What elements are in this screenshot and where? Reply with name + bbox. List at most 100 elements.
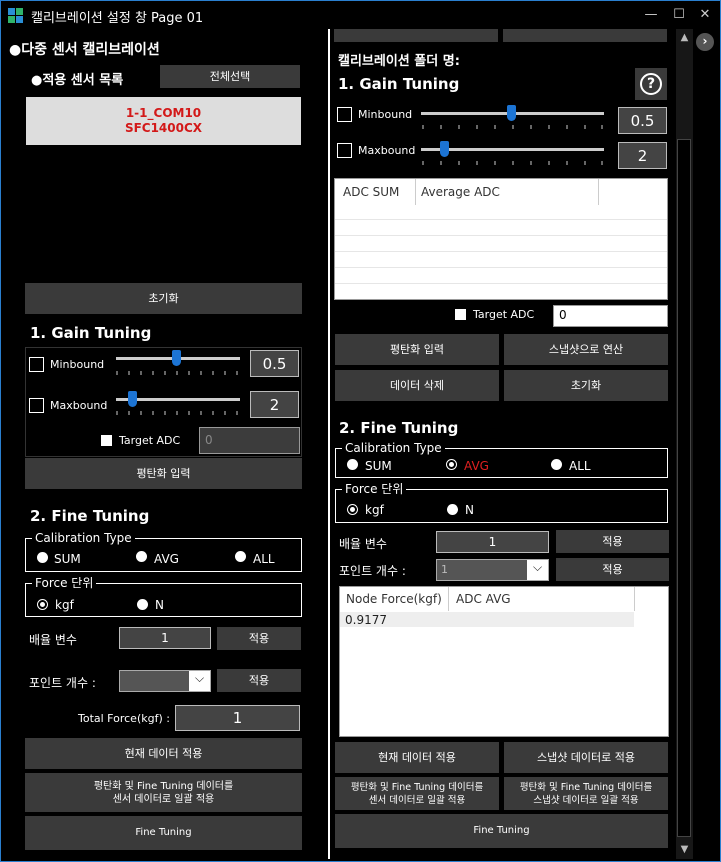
right-apply-current-data-button[interactable]: 현재 데이터 적용 <box>335 742 499 773</box>
minbound-slider-thumb[interactable] <box>172 350 181 366</box>
right-maxbound-slider-thumb[interactable] <box>440 141 449 157</box>
right-force-unit-kgf-label: kgf <box>365 503 384 517</box>
bulk-apply-sensor-button[interactable]: 평탄화 및 Fine Tuning 데이터를 센서 데이터로 일괄 적용 <box>25 773 302 812</box>
right-force-unit-kgf-radio[interactable] <box>347 504 358 515</box>
calibration-type-sum-radio[interactable] <box>37 552 48 563</box>
close-icon[interactable]: ✕ <box>691 3 719 27</box>
help-button[interactable]: ? <box>635 68 667 100</box>
right-minbound-slider-thumb[interactable] <box>507 105 516 121</box>
target-adc-checkbox[interactable] <box>101 435 112 446</box>
force-unit-kgf-label: kgf <box>55 598 74 612</box>
right-point-count-select[interactable]: 1 ⌵ <box>436 559 549 581</box>
calibration-type-title: Calibration Type <box>32 531 135 545</box>
scrollbar-thumb[interactable] <box>677 139 691 837</box>
title-bar[interactable]: 캘리브레이션 설정 창 Page 01 — ☐ ✕ <box>1 1 720 29</box>
total-force-input[interactable]: 1 <box>175 705 300 731</box>
force-unit-n-radio[interactable] <box>137 599 148 610</box>
right-bulk-apply-sensor-button[interactable]: 평탄화 및 Fine Tuning 데이터를 센서 데이터로 일괄 적용 <box>335 777 499 810</box>
total-force-label: Total Force(kgf) : <box>78 712 170 725</box>
right-multiplier-apply-button[interactable]: 적용 <box>556 530 669 553</box>
minbound-checkbox[interactable] <box>29 357 44 372</box>
point-count-select[interactable]: ⌵ <box>119 670 211 692</box>
maxbound-label: Maxbound <box>50 399 108 412</box>
right-reset-button[interactable]: 초기화 <box>504 370 668 401</box>
right-calibration-type-avg-radio[interactable] <box>446 459 457 470</box>
bulk-apply-snapshot-line2: 스냅샷 데이터로 일괄 적용 <box>533 794 639 806</box>
right-target-adc-input[interactable]: 0 <box>553 305 668 327</box>
calibration-type-avg-radio[interactable] <box>136 551 147 562</box>
multiplier-input[interactable]: 1 <box>119 627 211 649</box>
table-row-line <box>335 219 667 220</box>
apply-snapshot-data-button[interactable]: 스냅샷 데이터로 적용 <box>504 742 668 773</box>
fine-tuning-button[interactable]: Fine Tuning <box>25 816 302 850</box>
maxbound-slider-thumb[interactable] <box>128 391 137 407</box>
minimize-icon[interactable]: — <box>637 3 665 27</box>
right-minbound-value-box[interactable]: 0.5 <box>618 107 667 134</box>
node-force-header[interactable]: Node Force(kgf) <box>346 592 442 606</box>
minbound-slider-ticks <box>116 371 238 375</box>
right-multiplier-input[interactable]: 1 <box>436 531 549 553</box>
right-fine-tuning-button[interactable]: Fine Tuning <box>335 814 668 848</box>
right-bulk-apply-sensor-line1: 평탄화 및 Fine Tuning 데이터를 <box>350 781 484 793</box>
scroll-down-icon[interactable]: ▼ <box>676 841 693 858</box>
flatten-input-button[interactable]: 평탄화 입력 <box>25 458 302 489</box>
top-button-left-clipped[interactable] <box>334 29 498 42</box>
right-force-unit-group: Force 단위 <box>335 482 668 523</box>
apply-current-data-button[interactable]: 현재 데이터 적용 <box>25 738 302 769</box>
right-minbound-slider-ticks <box>422 125 603 129</box>
right-flatten-input-button[interactable]: 평탄화 입력 <box>335 334 499 365</box>
node-force-table[interactable]: Node Force(kgf) ADC AVG 0.9177 <box>339 586 669 737</box>
right-point-count-apply-button[interactable]: 적용 <box>556 558 669 581</box>
right-calibration-type-all-radio[interactable] <box>551 459 562 470</box>
right-maxbound-value-box[interactable]: 2 <box>618 142 667 169</box>
bulk-apply-sensor-line1: 평탄화 및 Fine Tuning 데이터를 <box>93 780 234 792</box>
maxbound-checkbox[interactable] <box>29 398 44 413</box>
multiplier-apply-button[interactable]: 적용 <box>217 627 301 650</box>
right-calibration-type-sum-radio[interactable] <box>347 459 358 470</box>
bulk-apply-snapshot-line1: 평탄화 및 Fine Tuning 데이터를 <box>519 781 653 793</box>
adc-sum-header[interactable]: ADC SUM <box>343 185 399 199</box>
expand-panel-icon[interactable]: › <box>696 33 714 51</box>
scroll-up-icon[interactable]: ▲ <box>676 29 693 46</box>
snapshot-compute-button[interactable]: 스냅샷으로 연산 <box>504 334 668 365</box>
reset-button[interactable]: 초기화 <box>25 283 302 314</box>
right-point-count-value: 1 <box>441 563 448 576</box>
adc-avg-header[interactable]: ADC AVG <box>456 592 511 606</box>
vertical-scrollbar[interactable]: ▲ ▼ <box>676 29 693 859</box>
calibration-type-all-radio[interactable] <box>235 551 246 562</box>
bulk-apply-snapshot-button[interactable]: 평탄화 및 Fine Tuning 데이터를 스냅샷 데이터로 일괄 적용 <box>504 777 668 810</box>
point-count-apply-button[interactable]: 적용 <box>217 669 301 692</box>
sensor-list-item[interactable]: 1-1_COM10 SFC1400CX <box>26 97 301 145</box>
column-separator <box>415 179 416 205</box>
force-unit-kgf-radio[interactable] <box>37 599 48 610</box>
right-gain-tuning-heading: 1. Gain Tuning <box>338 75 460 93</box>
chevron-down-icon[interactable]: ⌵ <box>189 671 210 691</box>
right-target-adc-label: Target ADC <box>473 308 535 321</box>
question-icon: ? <box>640 73 662 95</box>
table-row[interactable]: 0.9177 <box>340 612 634 627</box>
right-multiplier-label: 배율 변수 <box>339 537 387 551</box>
maximize-icon[interactable]: ☐ <box>665 3 693 27</box>
point-count-label: 포인트 개수 : <box>29 676 96 690</box>
top-button-right-clipped[interactable] <box>503 29 667 42</box>
right-maxbound-checkbox[interactable] <box>337 143 352 158</box>
right-target-adc-checkbox[interactable] <box>455 309 466 320</box>
target-adc-input[interactable]: 0 <box>199 427 300 454</box>
adc-table[interactable]: ADC SUM Average ADC <box>334 178 668 300</box>
select-all-button[interactable]: 전체선택 <box>160 65 300 88</box>
right-minbound-checkbox[interactable] <box>337 107 352 122</box>
column-separator <box>448 587 449 611</box>
maxbound-value-box[interactable]: 2 <box>250 391 299 418</box>
right-force-unit-n-label: N <box>465 503 474 517</box>
right-point-count-label: 포인트 개수 : <box>339 564 406 578</box>
node-force-cell: 0.9177 <box>345 613 387 627</box>
bulk-apply-sensor-line2: 센서 데이터로 일괄 적용 <box>112 793 215 805</box>
calibration-settings-window: 캘리브레이션 설정 창 Page 01 — ☐ ✕ ●다중 센서 캘리브레이션 … <box>0 0 721 862</box>
right-force-unit-n-radio[interactable] <box>447 504 458 515</box>
average-adc-header[interactable]: Average ADC <box>421 185 500 199</box>
gain-tuning-heading: 1. Gain Tuning <box>30 324 152 342</box>
chevron-down-icon[interactable]: ⌵ <box>527 560 548 580</box>
minbound-value-box[interactable]: 0.5 <box>250 350 299 377</box>
right-calibration-type-all-label: ALL <box>569 459 591 473</box>
delete-data-button[interactable]: 데이터 삭제 <box>335 370 499 401</box>
